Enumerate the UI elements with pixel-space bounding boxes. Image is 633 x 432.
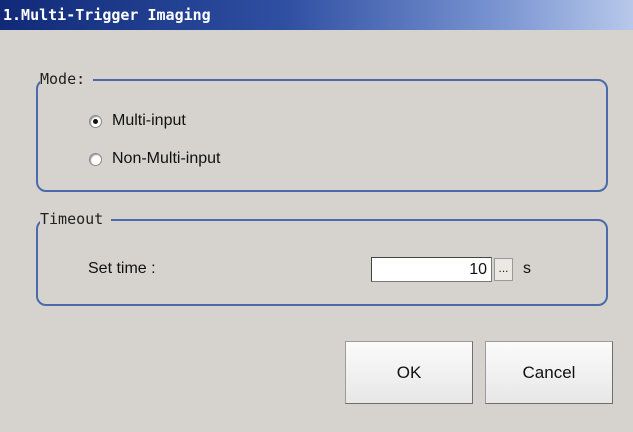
radio-non-multi-input-label: Non-Multi-input bbox=[112, 150, 221, 167]
cancel-button[interactable]: Cancel bbox=[485, 341, 613, 404]
timeout-legend: Timeout bbox=[40, 209, 112, 229]
mode-legend: Mode: bbox=[40, 69, 94, 89]
radio-unchecked-icon[interactable] bbox=[89, 152, 102, 166]
timeout-group: Timeout Set time : 10 ... s bbox=[36, 209, 608, 306]
set-time-ellipsis-button[interactable]: ... bbox=[494, 258, 513, 281]
radio-multi-input-label: Multi-input bbox=[112, 112, 186, 129]
set-time-label: Set time : bbox=[88, 260, 156, 277]
mode-group: Mode: Multi-input Non-Multi-input bbox=[36, 69, 608, 192]
window-title: 1.Multi-Trigger Imaging bbox=[0, 0, 633, 30]
set-time-input[interactable]: 10 bbox=[371, 257, 492, 282]
radio-checked-icon[interactable] bbox=[89, 114, 102, 128]
set-time-unit: s bbox=[523, 260, 531, 277]
radio-multi-input[interactable]: Multi-input bbox=[89, 110, 186, 132]
ok-button[interactable]: OK bbox=[345, 341, 473, 404]
radio-non-multi-input[interactable]: Non-Multi-input bbox=[89, 148, 220, 170]
